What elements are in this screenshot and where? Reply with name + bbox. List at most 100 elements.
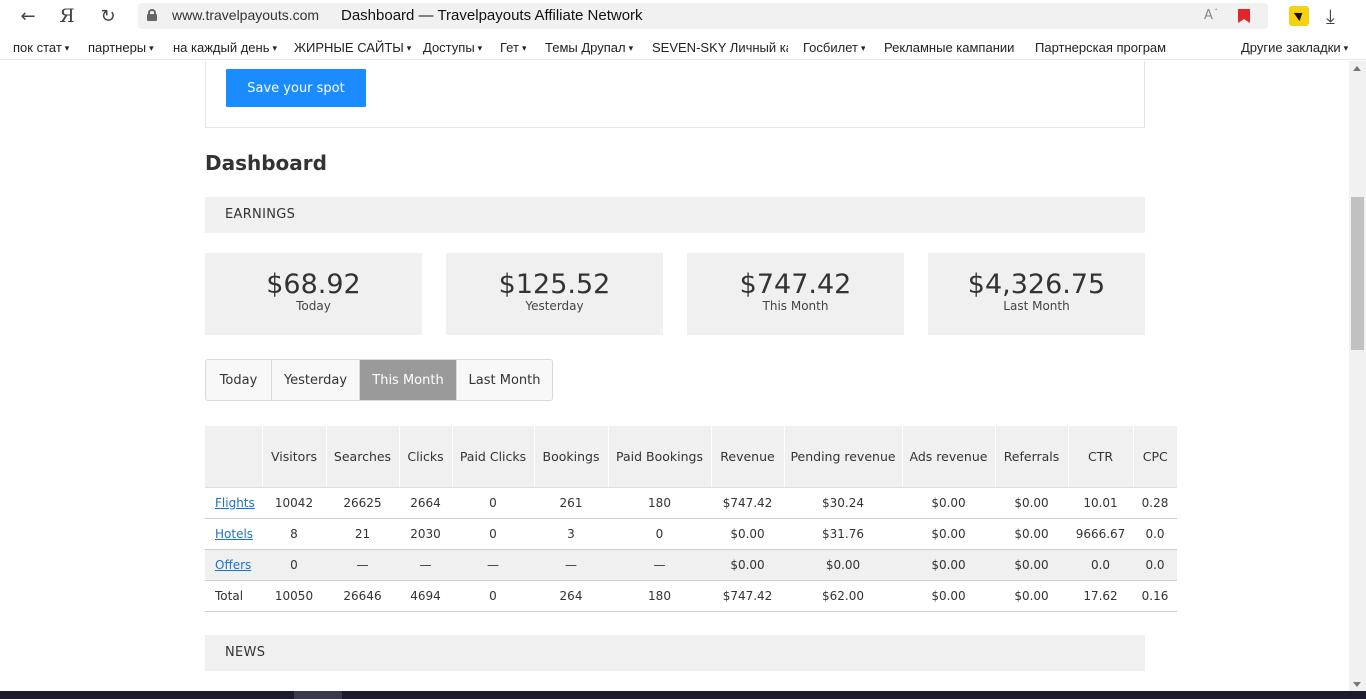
tab-this-month[interactable]: This Month xyxy=(360,360,457,400)
browser-toolbar: ← Я ↻ www.travelpayouts.com Dashboard — … xyxy=(0,0,1366,32)
bookmark-folder[interactable]: Гет ▾ xyxy=(500,40,526,55)
earnings-amount: $747.42 xyxy=(739,269,852,300)
address-bar[interactable]: www.travelpayouts.com Dashboard — Travel… xyxy=(138,3,1268,29)
table-cell: $31.76 xyxy=(784,518,902,550)
tab-yesterday[interactable]: Yesterday xyxy=(272,360,360,400)
earnings-period-label: Yesterday xyxy=(525,299,584,313)
url-domain: www.travelpayouts.com xyxy=(172,7,320,23)
table-cell: $747.42 xyxy=(711,580,784,612)
bookmark-flag-icon[interactable] xyxy=(1238,9,1250,23)
table-cell: $62.00 xyxy=(784,580,902,612)
table-cell: 0 xyxy=(608,518,711,550)
column-header: Referrals xyxy=(995,426,1069,488)
bookmark-folder[interactable]: Доступы ▾ xyxy=(423,40,482,55)
stats-table: Visitors Searches Clicks Paid Clicks Boo… xyxy=(205,426,1177,612)
hotels-link[interactable]: Hotels xyxy=(215,527,253,541)
table-cell: 8 xyxy=(262,518,326,550)
table-cell: 180 xyxy=(608,580,711,612)
taskbar-item[interactable] xyxy=(294,691,342,699)
table-cell: 26646 xyxy=(326,580,399,612)
scrollbar-thumb[interactable] xyxy=(1351,197,1364,350)
flights-link[interactable]: Flights xyxy=(215,496,255,510)
table-cell: 0.0 xyxy=(1133,518,1177,550)
bookmark-folder[interactable]: пок стат ▾ xyxy=(13,40,69,55)
table-cell: $0.00 xyxy=(995,580,1068,612)
reload-icon[interactable]: ↻ xyxy=(95,4,121,28)
column-header xyxy=(205,426,263,488)
table-cell: $0.00 xyxy=(995,549,1068,581)
bookmark-folder[interactable]: на каждый день ▾ xyxy=(173,40,277,55)
table-cell: $30.24 xyxy=(784,487,902,519)
translate-icon[interactable]: A˙ xyxy=(1204,8,1219,23)
table-cell: $0.00 xyxy=(902,549,995,581)
page-title: Dashboard xyxy=(205,151,327,175)
table-row-flights: Flights 10042 26625 2664 0 261 180 $747.… xyxy=(205,487,1177,519)
table-cell: 2664 xyxy=(399,487,452,519)
column-header: Pending revenue xyxy=(784,426,903,488)
column-header: Paid Clicks xyxy=(452,426,535,488)
page-content: Save your spot Dashboard EARNINGS $68.92… xyxy=(0,61,1349,691)
bookmark-folder[interactable]: ЖИРНЫЕ САЙТЫ ▾ xyxy=(294,40,411,55)
table-cell: — xyxy=(326,549,399,581)
scroll-up-arrow-icon[interactable] xyxy=(1353,66,1361,71)
table-cell: $0.00 xyxy=(902,487,995,519)
table-cell: $0.00 xyxy=(902,518,995,550)
vertical-scrollbar[interactable] xyxy=(1349,61,1366,691)
table-cell: 261 xyxy=(534,487,608,519)
earnings-card-yesterday: $125.52 Yesterday xyxy=(446,253,663,335)
table-cell: 10042 xyxy=(262,487,326,519)
scroll-down-arrow-icon[interactable] xyxy=(1353,682,1361,687)
bookmarks-bar: пок стат ▾ партнеры ▾ на каждый день ▾ ЖИРН… xyxy=(0,36,1366,60)
table-cell: 9666.67 xyxy=(1068,518,1133,550)
earnings-section-header: EARNINGS xyxy=(205,197,1145,233)
table-cell: $0.00 xyxy=(995,518,1068,550)
table-cell: 0 xyxy=(452,487,534,519)
table-cell: 0.16 xyxy=(1133,580,1177,612)
bookmark-folder[interactable]: партнеры ▾ xyxy=(88,40,154,55)
lock-icon xyxy=(147,9,157,21)
table-row-hotels: Hotels 8 21 2030 0 3 0 $0.00 $31.76 $0.0… xyxy=(205,518,1177,550)
column-header: Paid Bookings xyxy=(608,426,712,488)
earnings-period-label: Last Month xyxy=(1003,299,1070,313)
period-tabs: Today Yesterday This Month Last Month xyxy=(205,359,553,401)
earnings-card-last-month: $4,326.75 Last Month xyxy=(928,253,1145,335)
os-taskbar xyxy=(0,691,1366,699)
offers-link[interactable]: Offers xyxy=(215,558,251,572)
table-cell: 4694 xyxy=(399,580,452,612)
bookmark-folder[interactable]: Госбилет ▾ xyxy=(803,40,865,55)
table-cell: $0.00 xyxy=(995,487,1068,519)
table-cell: 0.0 xyxy=(1133,549,1177,581)
tab-page-title: Dashboard — Travelpayouts Affiliate Netw… xyxy=(341,7,643,24)
tab-last-month[interactable]: Last Month xyxy=(457,360,552,400)
back-arrow-icon[interactable]: ← xyxy=(15,4,41,28)
table-cell: $0.00 xyxy=(711,549,784,581)
total-label: Total xyxy=(205,580,262,612)
bookmark-link[interactable]: SEVEN-SKY Личный ка xyxy=(652,40,788,55)
save-your-spot-button[interactable]: Save your spot xyxy=(226,69,366,107)
table-cell: 2030 xyxy=(399,518,452,550)
yandex-logo-icon[interactable]: Я xyxy=(54,4,80,28)
table-cell: 264 xyxy=(534,580,608,612)
column-header: CTR xyxy=(1068,426,1134,488)
bookmark-link[interactable]: Партнерская програм xyxy=(1035,40,1169,55)
bookmark-link[interactable]: Рекламные кампании xyxy=(884,40,1022,55)
other-bookmarks-folder[interactable]: Другие закладки ▾ xyxy=(1241,40,1348,55)
earnings-amount: $125.52 xyxy=(498,269,611,300)
table-row-total: Total 10050 26646 4694 0 264 180 $747.42… xyxy=(205,580,1177,612)
earnings-amount: $4,326.75 xyxy=(967,269,1106,300)
bookmark-folder[interactable]: Темы Друпал ▾ xyxy=(545,40,633,55)
extension-cursor-icon[interactable] xyxy=(1289,6,1309,26)
table-cell: 17.62 xyxy=(1068,580,1133,612)
table-header-row: Visitors Searches Clicks Paid Clicks Boo… xyxy=(205,426,1177,488)
table-cell: 21 xyxy=(326,518,399,550)
table-cell: 26625 xyxy=(326,487,399,519)
tab-today[interactable]: Today xyxy=(206,360,272,400)
table-cell: — xyxy=(452,549,534,581)
column-header: Bookings xyxy=(534,426,609,488)
table-row-offers: Offers 0 — — — — — $0.00 $0.00 $0.00 $0.… xyxy=(205,549,1177,581)
earnings-period-label: Today xyxy=(296,299,331,313)
table-cell: — xyxy=(534,549,608,581)
table-cell: 0.28 xyxy=(1133,487,1177,519)
download-icon[interactable]: ⤓ xyxy=(1326,4,1335,28)
earnings-heading: EARNINGS xyxy=(225,207,296,222)
